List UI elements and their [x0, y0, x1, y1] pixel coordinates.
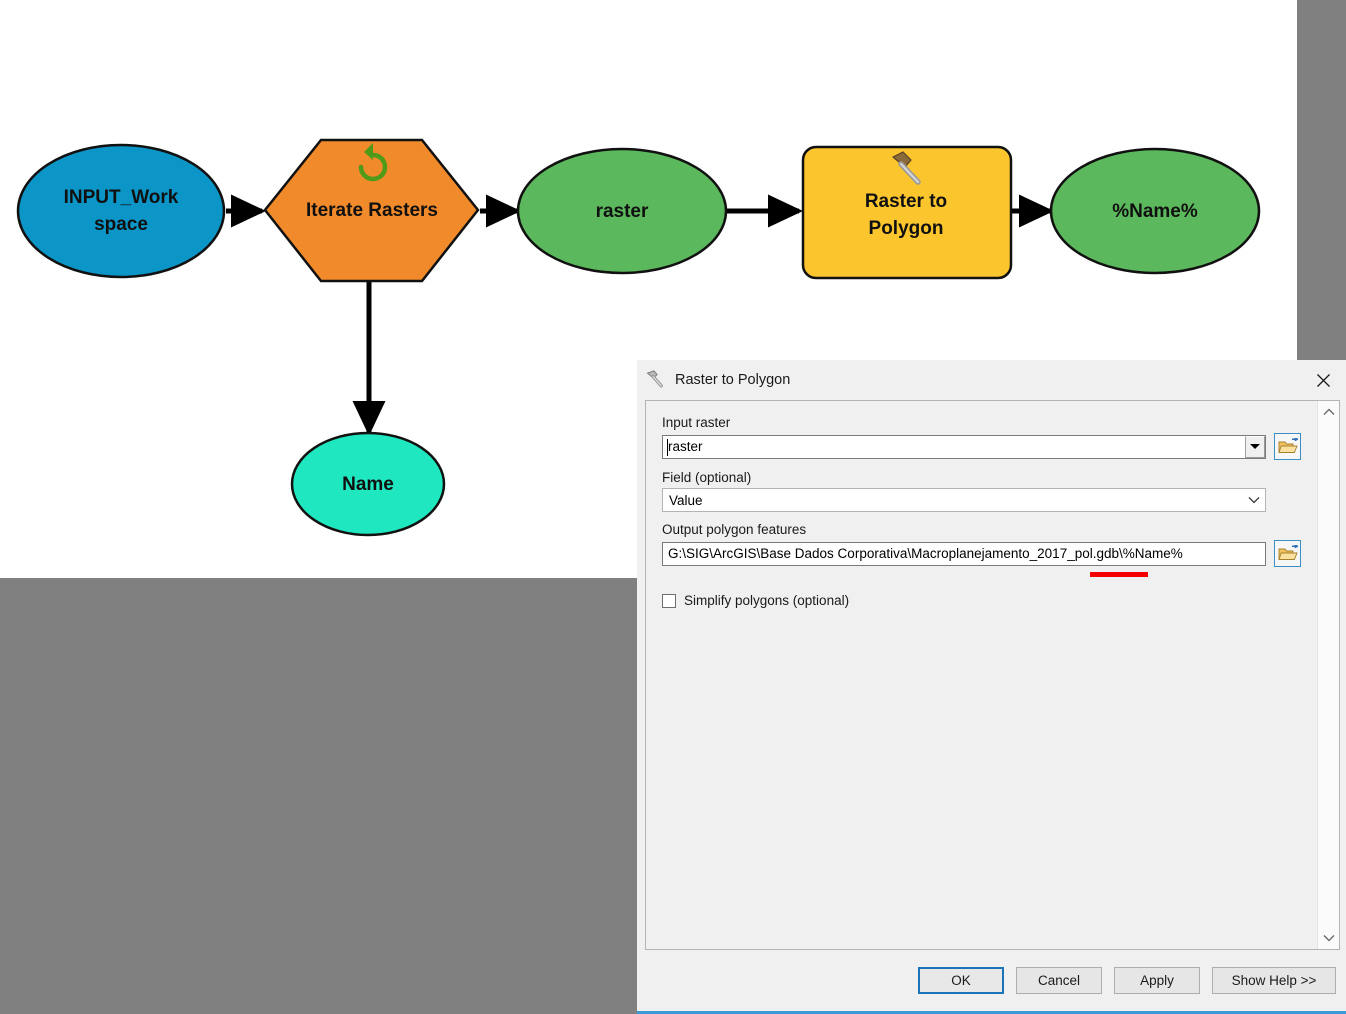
open-folder-icon [1277, 544, 1298, 560]
node-label-raster-to-polygon-line1: Raster to [865, 191, 947, 212]
output-polygon-features-browse-button[interactable] [1274, 540, 1301, 567]
node-name-variable[interactable]: Name [290, 431, 446, 537]
open-folder-icon [1277, 437, 1298, 453]
output-polygon-features-row: G:\SIG\ArcGIS\Base Dados Corporativa\Mac… [662, 540, 1301, 567]
parameter-panel-scrollbar[interactable] [1317, 401, 1339, 949]
highlight-annotation-area [662, 571, 1301, 581]
node-label-iterate-rasters: Iterate Rasters [306, 200, 438, 221]
node-raster[interactable]: raster [516, 147, 728, 275]
input-raster-row: raster [662, 433, 1301, 460]
show-help-button[interactable]: Show Help >> [1212, 967, 1336, 994]
raster-to-polygon-dialog[interactable]: Raster to Polygon Input raster raster Fi… [637, 360, 1346, 1014]
apply-button[interactable]: Apply [1114, 967, 1200, 994]
output-polygon-features-label: Output polygon features [662, 522, 807, 537]
input-raster-label: Input raster [662, 415, 731, 430]
cancel-button[interactable]: Cancel [1016, 967, 1102, 994]
chevron-down-icon[interactable] [1318, 927, 1339, 949]
field-label: Field (optional) [662, 470, 752, 485]
input-raster-browse-button[interactable] [1274, 433, 1301, 460]
input-raster-value: raster [668, 439, 703, 454]
node-label-name-variable: Name [342, 474, 394, 495]
node-label-input-workspace-line1: INPUT_Work [64, 187, 179, 208]
field-value: Value [669, 492, 703, 508]
simplify-polygons-checkbox[interactable] [662, 593, 676, 608]
chevron-up-icon[interactable] [1318, 401, 1339, 423]
hammer-icon [643, 368, 667, 392]
dialog-titlebar[interactable]: Raster to Polygon [637, 360, 1346, 400]
close-icon[interactable] [1300, 361, 1346, 399]
output-polygon-features-input[interactable]: G:\SIG\ArcGIS\Base Dados Corporativa\Mac… [662, 541, 1266, 566]
dialog-title: Raster to Polygon [675, 372, 791, 388]
node-label-raster-to-polygon-line2: Polygon [869, 218, 944, 239]
triangle-down-icon[interactable] [1245, 435, 1265, 458]
node-iterate-rasters[interactable]: Iterate Rasters [263, 138, 480, 283]
node-label-raster: raster [596, 201, 649, 222]
input-raster-combobox[interactable]: raster [662, 434, 1266, 459]
field-row: Value [662, 488, 1301, 512]
ok-button[interactable]: OK [918, 967, 1004, 994]
node-label-input-workspace-line2: space [94, 214, 148, 235]
node-label-name-output: %Name% [1112, 201, 1198, 222]
dialog-footer: OK Cancel Apply Show Help >> [637, 950, 1346, 1014]
field-combobox[interactable]: Value [662, 488, 1266, 512]
node-input-workspace[interactable]: INPUT_Work space [16, 143, 226, 279]
simplify-polygons-row[interactable]: Simplify polygons (optional) [662, 593, 1301, 608]
chevron-down-icon[interactable] [1243, 496, 1265, 504]
text-caret [667, 438, 668, 456]
dialog-parameter-panel: Input raster raster Field (optional) Val… [645, 400, 1340, 950]
parameter-list: Input raster raster Field (optional) Val… [646, 401, 1317, 949]
output-polygon-features-value: G:\SIG\ArcGIS\Base Dados Corporativa\Mac… [668, 546, 1183, 561]
node-name-output[interactable]: %Name% [1049, 147, 1261, 275]
simplify-polygons-label: Simplify polygons (optional) [684, 593, 850, 608]
red-underline-annotation [1090, 572, 1148, 577]
node-raster-to-polygon[interactable]: Raster to Polygon [801, 145, 1013, 280]
